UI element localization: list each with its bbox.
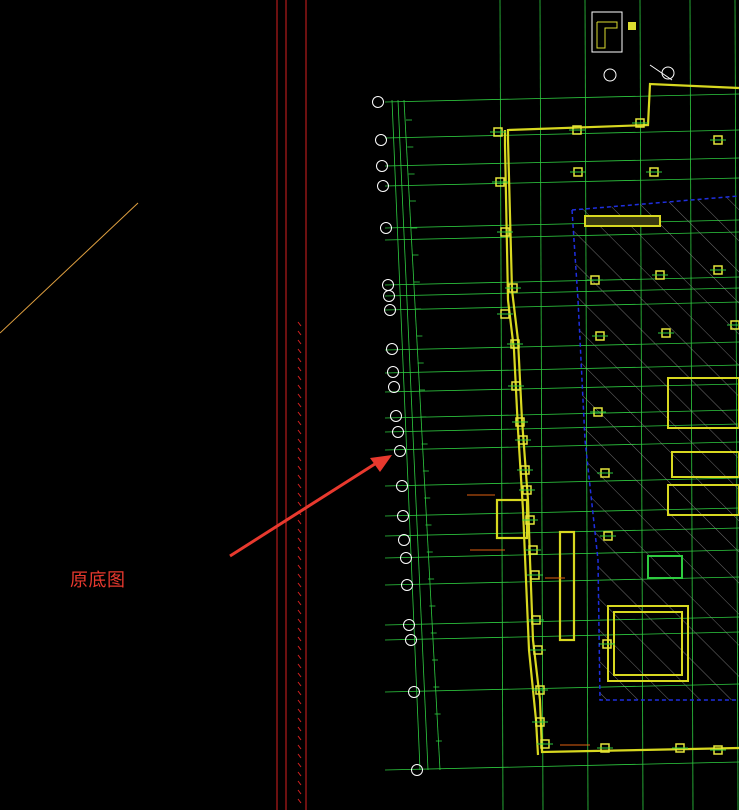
grid-bubble-icon xyxy=(411,764,423,776)
cad-canvas[interactable]: 原底图 xyxy=(0,0,739,810)
grid-bubble-icon xyxy=(388,381,400,393)
grid-bubble-icon xyxy=(408,686,420,698)
grid-bubble-icon xyxy=(372,96,384,108)
grid-bubble-icon xyxy=(375,134,387,146)
grid-bubble-icon xyxy=(401,579,413,591)
top-detail xyxy=(591,11,675,82)
grid-bubble-icon xyxy=(403,619,415,631)
orange-diagonal-line xyxy=(0,202,139,334)
hatched-region xyxy=(571,195,739,701)
grid-bubble-icon xyxy=(387,366,399,378)
grid-bubble-icon xyxy=(398,534,410,546)
annotation-label: 原底图 xyxy=(70,570,126,591)
grid-bubbles xyxy=(372,96,423,776)
grid-bubble-icon xyxy=(390,410,402,422)
grid-bubble-icon xyxy=(394,445,406,457)
red-text-column xyxy=(297,321,302,804)
cad-drawing[interactable] xyxy=(0,0,739,810)
red-arrow-icon xyxy=(229,455,392,558)
red-vertical-lines xyxy=(276,0,307,810)
grid-bubble-icon xyxy=(386,343,398,355)
